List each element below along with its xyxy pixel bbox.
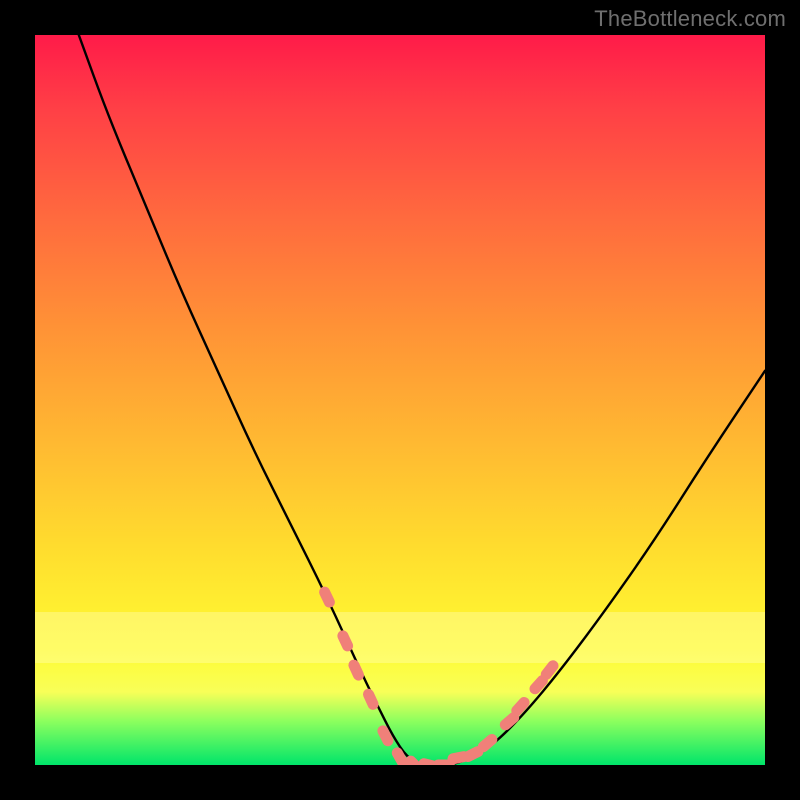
curve-marker [354, 665, 359, 675]
curve-marker [397, 753, 402, 763]
chart-frame: TheBottleneck.com [0, 0, 800, 800]
curve-marker [483, 740, 491, 747]
marker-group [325, 592, 553, 765]
curve-marker [343, 636, 348, 646]
curve-marker [369, 694, 374, 704]
watermark-text: TheBottleneck.com [594, 6, 786, 32]
curve-marker [517, 703, 524, 711]
curve-layer [35, 35, 765, 765]
plot-area [35, 35, 765, 765]
curve-marker [535, 681, 542, 689]
curve-marker [453, 757, 464, 759]
curve-path [79, 35, 765, 765]
curve-marker [468, 752, 478, 757]
curve-marker [411, 761, 419, 765]
curve-marker [505, 718, 513, 725]
curve-marker [546, 666, 553, 675]
curve-marker [325, 592, 330, 602]
curve-marker [383, 731, 388, 741]
